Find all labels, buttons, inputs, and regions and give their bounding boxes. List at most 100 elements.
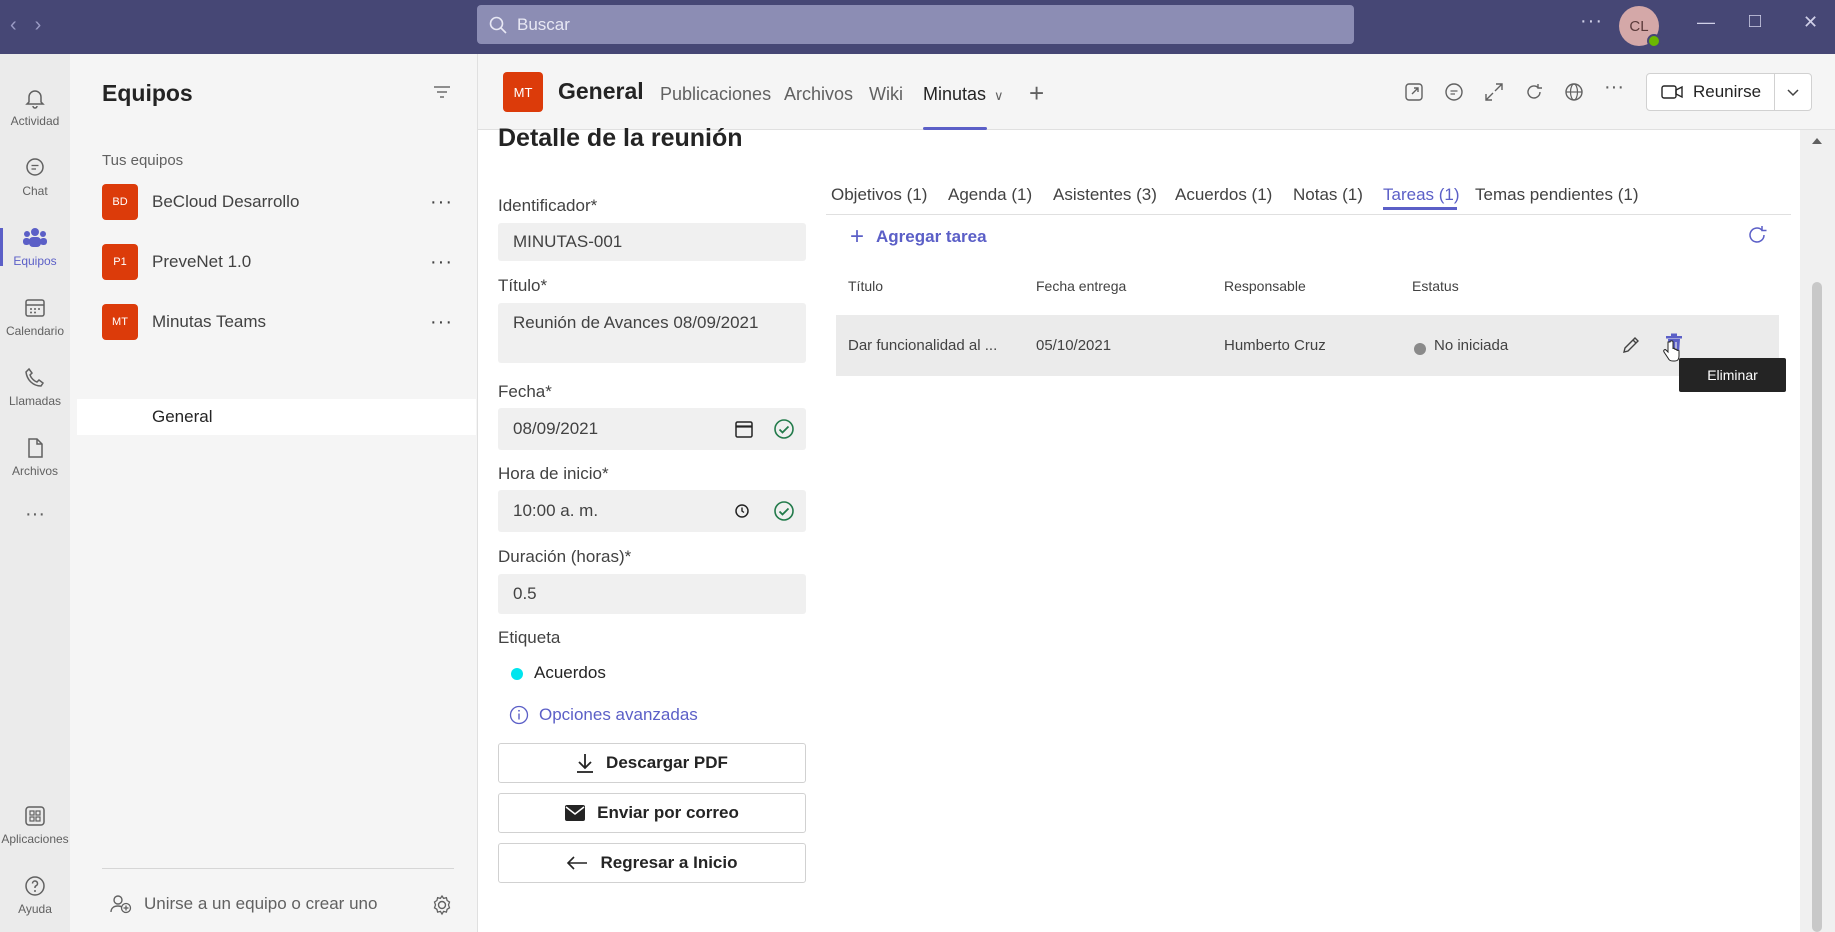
title-label: Título* <box>498 276 548 295</box>
subtab-temas-pendientes[interactable]: Temas pendientes (1) <box>1475 185 1638 205</box>
add-people-icon <box>110 895 132 914</box>
subtab-agenda[interactable]: Agenda (1) <box>948 185 1032 205</box>
tag-value: Acuerdos <box>534 663 606 682</box>
tab-archivos[interactable]: Archivos <box>784 84 853 105</box>
scrollbar[interactable] <box>1800 130 1835 932</box>
scroll-up-icon[interactable] <box>1812 138 1822 144</box>
add-task-button[interactable]: + Agregar tarea <box>850 223 987 251</box>
title-bar: ‹ › Buscar ··· CL — □ ✕ <box>0 0 1835 54</box>
gear-icon[interactable] <box>431 894 453 916</box>
join-label: Unirse a un equipo o crear uno <box>144 894 378 913</box>
team-item[interactable]: BD BeCloud Desarrollo ··· <box>77 176 476 228</box>
phone-icon <box>25 367 45 387</box>
more-options-icon[interactable]: ··· <box>1580 10 1603 33</box>
back-to-home-button[interactable]: Regresar a Inicio <box>498 843 806 883</box>
rail-item-calendario[interactable]: Calendario <box>0 284 70 350</box>
more-options-icon[interactable]: ··· <box>430 191 453 214</box>
rail-item-aplicaciones[interactable]: Aplicaciones <box>0 792 70 858</box>
join-or-create-team-button[interactable]: Unirse a un equipo o crear uno <box>110 894 377 914</box>
rail-label: Equipos <box>13 254 57 268</box>
plus-icon: + <box>850 223 865 250</box>
team-name: Minutas Teams <box>152 312 267 331</box>
calendar-icon[interactable] <box>734 419 754 439</box>
avatar[interactable]: CL <box>1619 6 1661 48</box>
channel-name: General <box>152 407 213 426</box>
minimize-icon[interactable]: — <box>1697 12 1715 33</box>
back-arrow-icon[interactable]: ‹ <box>10 14 17 37</box>
active-tab-indicator <box>923 127 987 130</box>
subtab-acuerdos[interactable]: Acuerdos (1) <box>1175 185 1272 205</box>
tab-publicaciones[interactable]: Publicaciones <box>660 84 771 105</box>
rail-label: Actividad <box>10 114 60 128</box>
calendar-icon <box>25 299 45 317</box>
meet-now-button[interactable]: Reunirse <box>1646 73 1812 111</box>
meet-now-main[interactable]: Reunirse <box>1647 82 1774 102</box>
time-label: Hora de inicio* <box>498 464 609 483</box>
channel-item-general[interactable]: General <box>77 399 476 435</box>
duration-field[interactable]: 0.5 <box>498 574 806 614</box>
rail-label: Llamadas <box>8 394 62 408</box>
valid-check-icon <box>774 501 794 521</box>
popout-icon[interactable] <box>1404 82 1424 102</box>
apps-icon <box>25 806 45 826</box>
refresh-icon[interactable] <box>1746 224 1768 246</box>
add-task-label: Agregar tarea <box>876 227 987 246</box>
rail-item-actividad[interactable]: Actividad <box>0 74 70 140</box>
rail-more-button[interactable]: ··· <box>0 494 70 534</box>
add-tab-icon[interactable]: + <box>1029 78 1044 109</box>
more-options-icon[interactable]: ··· <box>430 311 453 334</box>
advanced-options-link[interactable]: Opciones avanzadas <box>509 705 698 725</box>
file-icon <box>28 438 43 458</box>
clock-icon[interactable] <box>734 503 750 519</box>
column-header-fecha-entrega: Fecha entrega <box>1036 278 1127 294</box>
table-row[interactable]: Dar funcionalidad al ... 05/10/2021 Humb… <box>836 315 1779 376</box>
presence-available-icon <box>1647 34 1661 48</box>
edit-pencil-icon[interactable] <box>1620 334 1642 356</box>
search-input[interactable]: Buscar <box>477 5 1354 44</box>
rail-label: Ayuda <box>18 902 52 916</box>
team-item[interactable]: MT Minutas Teams ··· <box>77 296 476 348</box>
tab-label: Minutas <box>923 84 987 104</box>
column-header-titulo: Título <box>848 278 884 294</box>
rail-item-archivos[interactable]: Archivos <box>0 424 70 490</box>
filter-icon[interactable] <box>433 84 451 100</box>
valid-check-icon <box>774 419 794 439</box>
task-owner: Humberto Cruz <box>1224 337 1326 354</box>
time-value: 10:00 a. m. <box>513 501 599 520</box>
meet-options-dropdown[interactable] <box>1775 87 1811 97</box>
title-field[interactable]: Reunión de Avances 08/09/2021 <box>498 303 806 363</box>
date-field[interactable]: 08/09/2021 <box>498 408 806 450</box>
tab-minutas[interactable]: Minutas ∨ <box>923 84 1004 105</box>
hand-cursor-icon <box>1663 340 1680 362</box>
forward-arrow-icon[interactable]: › <box>35 14 42 37</box>
tab-wiki[interactable]: Wiki <box>869 84 903 105</box>
globe-icon[interactable] <box>1564 82 1584 102</box>
channel-team-avatar: MT <box>503 72 543 112</box>
subtab-asistentes[interactable]: Asistentes (3) <box>1053 185 1157 205</box>
conversation-icon[interactable] <box>1444 82 1464 102</box>
expand-icon[interactable] <box>1484 82 1504 102</box>
rail-item-equipos[interactable]: Equipos <box>0 214 70 280</box>
download-pdf-button[interactable]: Descargar PDF <box>498 743 806 783</box>
app-rail: Actividad Chat Equipos Calendario Llamad… <box>0 54 70 932</box>
send-email-button[interactable]: Enviar por correo <box>498 793 806 833</box>
rail-item-llamadas[interactable]: Llamadas <box>0 354 70 420</box>
subtab-notas[interactable]: Notas (1) <box>1293 185 1363 205</box>
team-item[interactable]: P1 PreveNet 1.0 ··· <box>77 236 476 288</box>
advanced-options-label: Opciones avanzadas <box>539 705 698 724</box>
time-field[interactable]: 10:00 a. m. <box>498 490 806 532</box>
more-options-icon[interactable]: ··· <box>1604 76 1624 99</box>
close-icon[interactable]: ✕ <box>1803 12 1818 33</box>
scrollbar-thumb[interactable] <box>1812 282 1822 932</box>
maximize-icon[interactable]: □ <box>1749 10 1761 33</box>
task-status: No iniciada <box>1434 337 1509 354</box>
reload-icon[interactable] <box>1524 82 1544 102</box>
bell-icon <box>25 90 45 109</box>
rail-item-ayuda[interactable]: Ayuda <box>0 862 70 928</box>
subtab-tareas[interactable]: Tareas (1) <box>1383 185 1460 205</box>
more-options-icon[interactable]: ··· <box>430 251 453 274</box>
id-field[interactable]: MINUTAS-001 <box>498 223 806 261</box>
rail-item-chat[interactable]: Chat <box>0 144 70 210</box>
subtab-objetivos[interactable]: Objetivos (1) <box>831 185 927 205</box>
divider <box>826 214 1791 215</box>
